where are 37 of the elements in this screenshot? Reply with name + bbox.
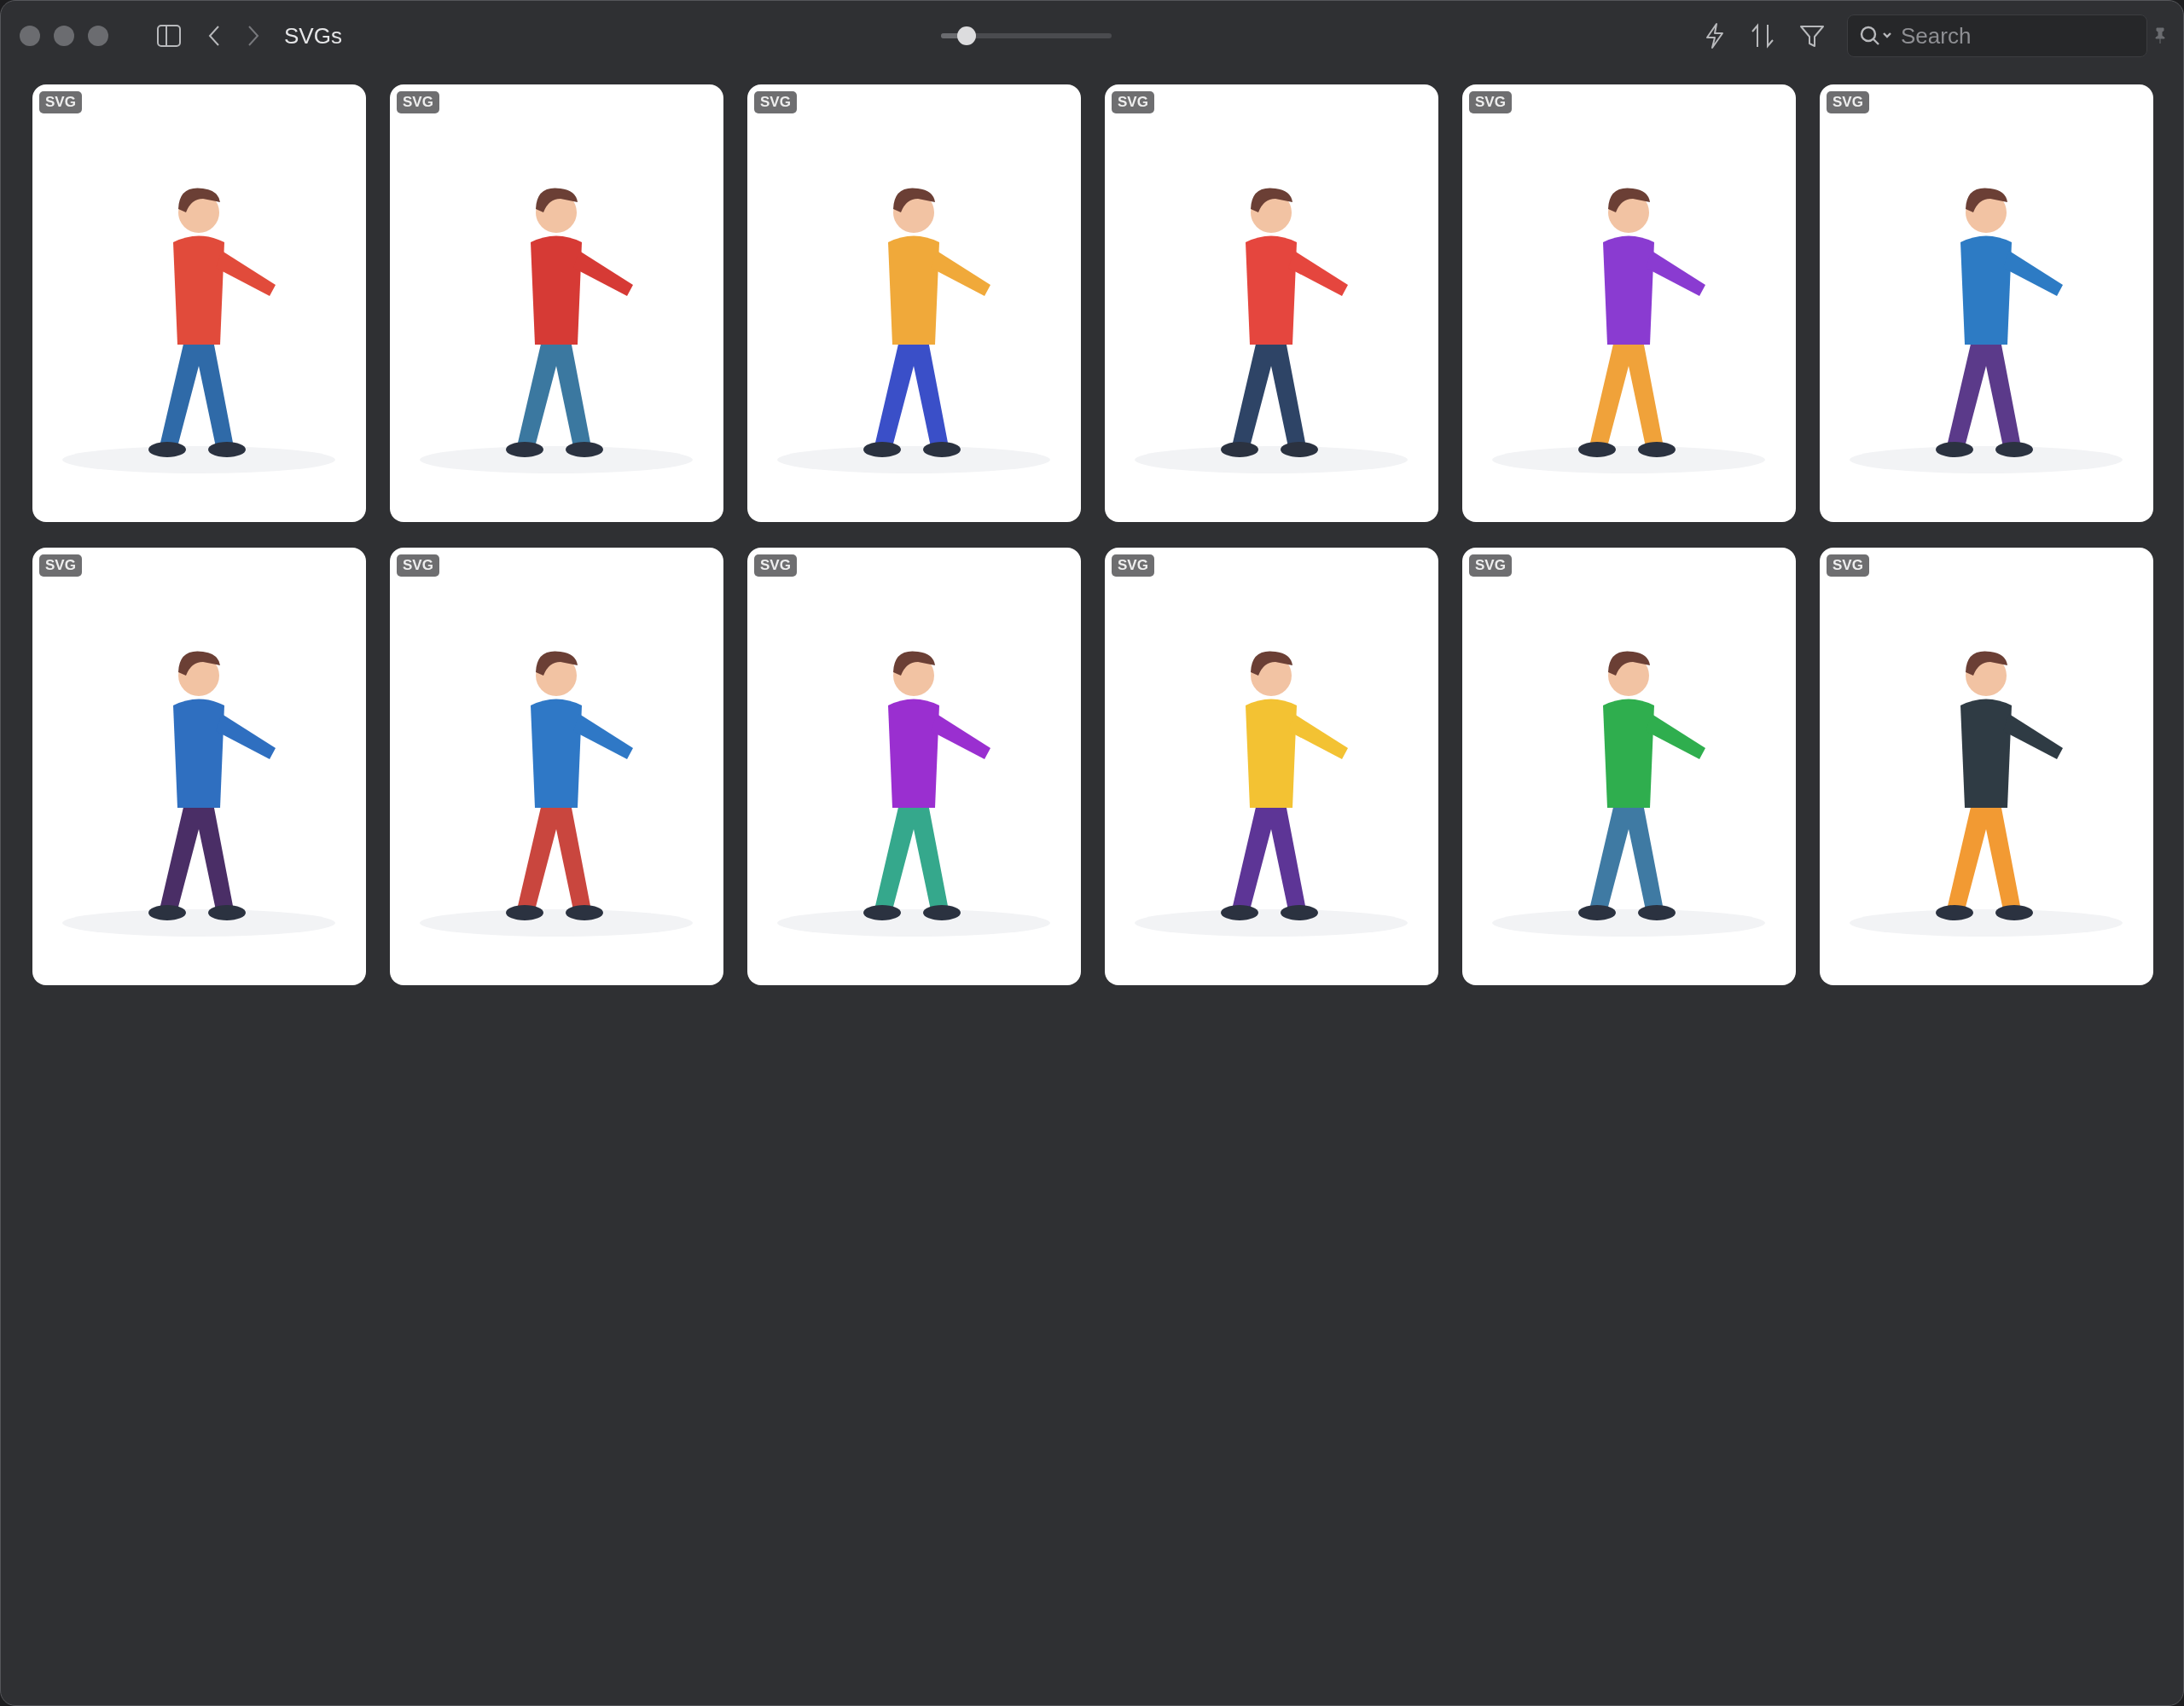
file-type-badge: SVG (1469, 554, 1512, 577)
forward-icon[interactable] (247, 25, 260, 47)
file-type-badge: SVG (39, 554, 82, 577)
back-icon[interactable] (207, 25, 221, 47)
sort-icon[interactable] (1750, 23, 1775, 49)
file-type-badge: SVG (1469, 91, 1512, 113)
illustration-card[interactable]: SVG (747, 84, 1081, 522)
pin-icon[interactable] (2154, 27, 2166, 44)
file-type-badge: SVG (39, 91, 82, 113)
file-type-badge: SVG (397, 554, 439, 577)
illustration-card[interactable]: SVG (1462, 548, 1796, 985)
illustration-card[interactable]: SVG (1105, 548, 1438, 985)
illustration-card[interactable]: SVG (1820, 84, 2153, 522)
zoom-window-button[interactable] (88, 26, 108, 46)
illustration-card[interactable]: SVG (390, 548, 723, 985)
file-type-badge: SVG (1112, 554, 1154, 577)
illustration-card[interactable]: SVG (747, 548, 1081, 985)
search-field[interactable]: Search (1847, 15, 2147, 57)
illustration-card[interactable]: SVG (390, 84, 723, 522)
file-type-badge: SVG (397, 91, 439, 113)
file-type-badge: SVG (754, 554, 797, 577)
zoom-slider[interactable] (941, 26, 1112, 45)
file-type-badge: SVG (1827, 554, 1869, 577)
sidebar-toggle-icon[interactable] (156, 24, 182, 48)
illustration-card[interactable]: SVG (1820, 548, 2153, 985)
lightning-icon[interactable] (1704, 22, 1726, 49)
window-title: SVGs (284, 22, 342, 49)
illustration-card[interactable]: SVG (1462, 84, 1796, 522)
illustration-card[interactable]: SVG (32, 548, 366, 985)
file-type-badge: SVG (1112, 91, 1154, 113)
minimize-window-button[interactable] (54, 26, 74, 46)
file-type-badge: SVG (754, 91, 797, 113)
close-window-button[interactable] (20, 26, 40, 46)
illustration-card[interactable]: SVG (32, 84, 366, 522)
filter-icon[interactable] (1799, 23, 1825, 49)
file-type-badge: SVG (1827, 91, 1869, 113)
illustration-card[interactable]: SVG (1105, 84, 1438, 522)
